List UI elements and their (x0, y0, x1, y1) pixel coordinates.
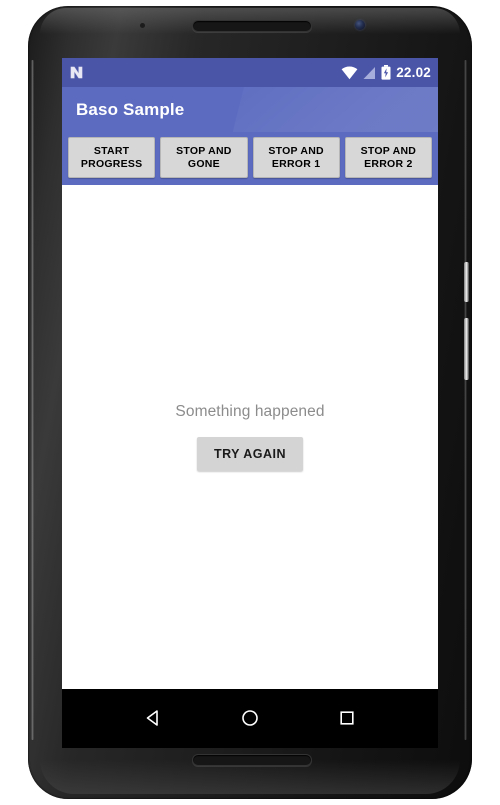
action-button-strip: START PROGRESS STOP AND GONE STOP AND ER… (62, 132, 438, 185)
phone-screen: 22.02 Baso Sample START PROGRESS STOP AN… (62, 58, 438, 748)
stop-and-error-2-button-line1: STOP AND (360, 144, 417, 157)
speaker-grille-bottom (192, 754, 312, 766)
start-progress-button-line2: PROGRESS (80, 157, 143, 170)
stop-and-error-2-button-line2: ERROR 2 (364, 157, 413, 170)
status-bar-left (68, 64, 85, 81)
wifi-icon (341, 66, 358, 79)
nav-back-button[interactable] (133, 698, 173, 738)
proximity-sensor-icon (140, 23, 145, 28)
android-n-logo-icon (70, 66, 83, 79)
stop-and-error-1-button-line2: ERROR 1 (271, 157, 321, 170)
stop-and-error-1-button[interactable]: STOP AND ERROR 1 (252, 137, 340, 178)
status-bar-right: 22.02 (341, 65, 431, 80)
signal-icon (363, 66, 376, 79)
stop-and-gone-button-line2: GONE (187, 157, 220, 170)
stop-and-gone-button-line1: STOP AND (176, 144, 232, 157)
screenshot-root: 22.02 Baso Sample START PROGRESS STOP AN… (0, 0, 500, 805)
nav-recents-button[interactable] (327, 698, 367, 738)
page-title: Baso Sample (76, 99, 185, 119)
status-bar-clock: 22.02 (396, 65, 431, 80)
try-again-button[interactable]: TRY AGAIN (196, 437, 304, 471)
content-area: Something happened TRY AGAIN (62, 185, 438, 689)
front-camera-icon (355, 20, 365, 30)
power-button[interactable] (464, 262, 469, 302)
stop-and-error-1-button-line1: STOP AND (268, 144, 324, 157)
home-circle-icon (242, 709, 258, 726)
error-message: Something happened (175, 403, 325, 420)
start-progress-button-line1: START (93, 144, 130, 157)
app-bar: Baso Sample (62, 87, 438, 132)
navigation-bar (62, 689, 438, 746)
recents-square-icon (340, 710, 354, 725)
app-bar-sheen (220, 87, 438, 132)
phone-right-edge-highlight (464, 60, 467, 740)
status-bar: 22.02 (62, 58, 438, 87)
nav-home-button[interactable] (230, 698, 270, 738)
back-triangle-icon (146, 709, 158, 726)
volume-button[interactable] (464, 318, 469, 380)
speaker-grille-top (192, 20, 312, 32)
phone-left-edge-highlight (31, 60, 34, 740)
stop-and-error-2-button[interactable]: STOP AND ERROR 2 (344, 137, 432, 178)
start-progress-button[interactable]: START PROGRESS (68, 137, 156, 178)
stop-and-gone-button[interactable]: STOP AND GONE (160, 137, 248, 178)
battery-charging-icon (381, 65, 391, 80)
